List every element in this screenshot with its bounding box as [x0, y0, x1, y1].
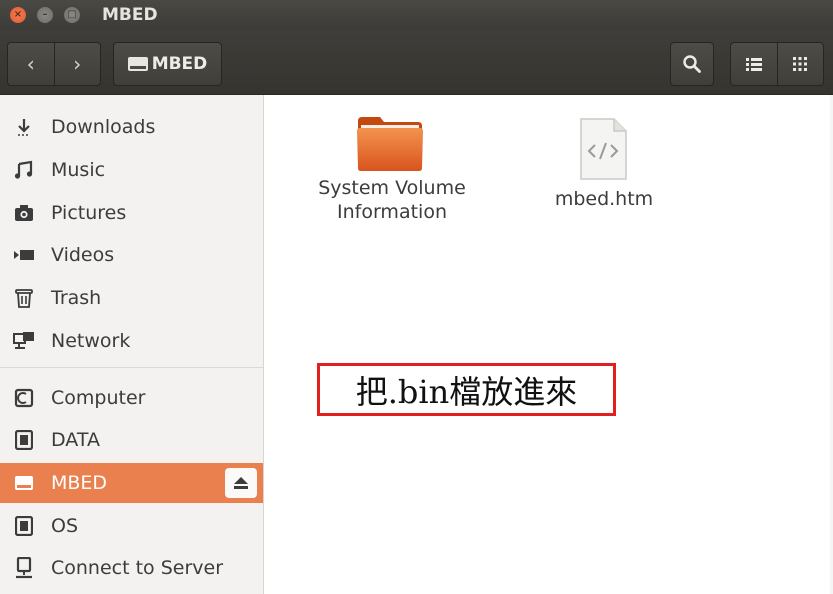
sidebar-item-label: Pictures [51, 202, 127, 224]
sidebar-item-data[interactable]: DATA [0, 420, 263, 460]
sidebar: Downloads Music Pictures Videos Trash Ne… [0, 95, 264, 594]
computer-icon [13, 387, 35, 409]
header-toolbar: ‹ › MBED [0, 30, 833, 95]
window-title: MBED [102, 5, 158, 25]
drive-icon [13, 515, 35, 537]
sidebar-item-network[interactable]: Network [0, 321, 263, 361]
video-icon [13, 244, 35, 266]
sidebar-item-os[interactable]: OS [0, 506, 263, 546]
sidebar-item-label: Music [51, 159, 106, 181]
file-view: System Volume Information mbed.htm [272, 95, 833, 594]
list-view-button[interactable] [731, 43, 778, 85]
camera-icon [13, 202, 35, 224]
sidebar-item-label: MBED [51, 472, 108, 494]
music-icon [13, 159, 35, 181]
eject-icon [234, 477, 248, 489]
drive-icon [13, 429, 35, 451]
sidebar-item-label: DATA [51, 429, 100, 451]
minimize-window-button[interactable]: – [37, 7, 53, 23]
navigation-group: ‹ › [7, 42, 101, 86]
path-label: MBED [151, 54, 208, 74]
sidebar-item-music[interactable]: Music [0, 150, 263, 190]
sidebar-item-downloads[interactable]: Downloads [0, 107, 263, 147]
sidebar-item-label: OS [51, 515, 79, 537]
sidebar-item-label: Trash [51, 287, 102, 309]
sidebar-item-label: Connect to Server [51, 557, 224, 579]
file-name: mbed.htm [554, 188, 654, 210]
drive-icon [13, 472, 35, 494]
folder-icon [357, 117, 423, 171]
path-bar-button[interactable]: MBED [113, 42, 222, 86]
chevron-left-icon: ‹ [26, 52, 35, 76]
sidebar-item-pictures[interactable]: Pictures [0, 193, 263, 233]
grid-view-icon [793, 57, 808, 71]
trash-icon [13, 287, 35, 309]
list-view-icon [745, 58, 762, 71]
grid-view-button[interactable] [778, 43, 824, 85]
download-icon [13, 116, 35, 138]
sidebar-item-label: Computer [51, 387, 146, 409]
forward-button[interactable]: › [55, 43, 101, 85]
sidebar-item-mbed[interactable]: MBED [0, 463, 263, 503]
sidebar-item-connect-to-server[interactable]: Connect to Server [0, 548, 263, 588]
sidebar-item-trash[interactable]: Trash [0, 278, 263, 318]
title-bar: × – □ MBED [0, 0, 833, 30]
chevron-right-icon: › [73, 52, 82, 76]
search-icon [683, 55, 701, 73]
sidebar-item-label: Network [51, 330, 131, 352]
sidebar-item-label: Videos [51, 244, 115, 266]
sidebar-item-videos[interactable]: Videos [0, 235, 263, 275]
annotation-callout: 把.bin檔放進來 [317, 363, 616, 416]
view-toggle-group [730, 42, 824, 86]
file-name: System Volume Information [318, 177, 466, 223]
search-button[interactable] [670, 42, 714, 86]
drive-icon [127, 57, 148, 71]
html-file-icon [580, 118, 627, 180]
network-icon [13, 330, 35, 352]
sidebar-separator [0, 367, 263, 368]
server-icon [13, 557, 35, 579]
back-button[interactable]: ‹ [8, 43, 55, 85]
eject-button[interactable] [225, 468, 257, 498]
close-window-button[interactable]: × [10, 7, 26, 23]
maximize-window-button[interactable]: □ [64, 7, 80, 23]
sidebar-item-label: Downloads [51, 116, 156, 138]
sidebar-item-computer[interactable]: Computer [0, 378, 263, 418]
